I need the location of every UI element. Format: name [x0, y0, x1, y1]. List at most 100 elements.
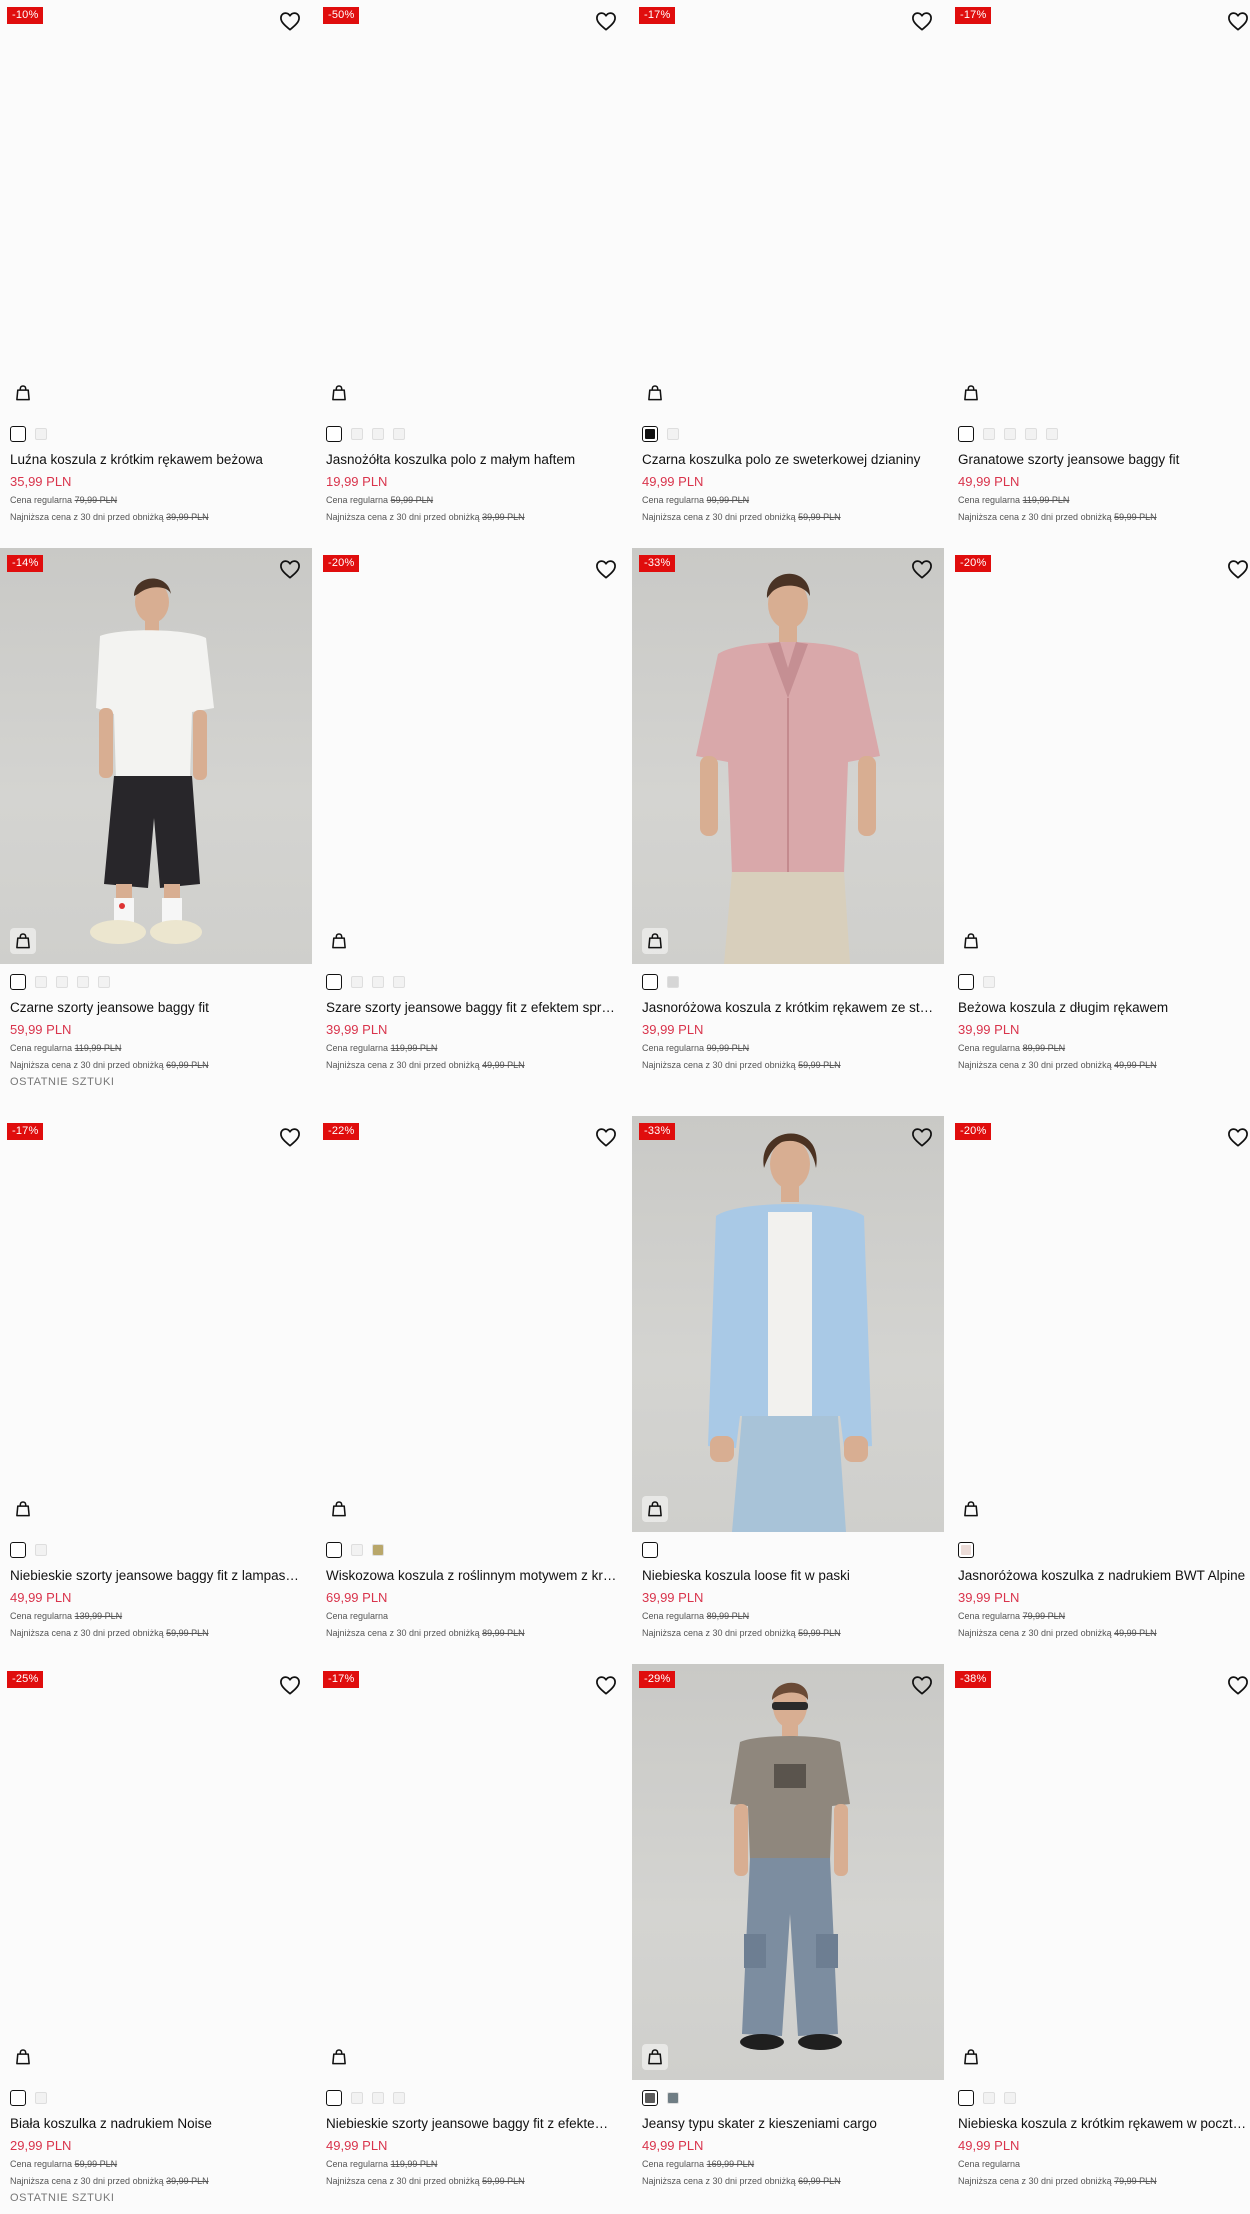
color-swatch[interactable] [372, 976, 384, 988]
product-image[interactable]: -17% [316, 1664, 628, 2080]
heart-icon[interactable] [1227, 1127, 1249, 1147]
product-card[interactable]: -25% Biała koszulka z nadrukiem Noise 29… [0, 1664, 312, 2204]
color-swatch[interactable] [35, 428, 47, 440]
product-card[interactable]: -29% Jeansy typu skater z kieszeniami ca… [632, 1664, 944, 2187]
shopping-bag-icon[interactable] [326, 380, 352, 406]
color-swatch-selected[interactable] [958, 1542, 974, 1558]
product-title[interactable]: Szare szorty jeansowe baggy fit z efekte… [326, 1000, 618, 1016]
product-image[interactable]: -38% [948, 1664, 1250, 2080]
shopping-bag-icon[interactable] [326, 2044, 352, 2070]
color-swatch[interactable] [983, 976, 995, 988]
color-swatch-selected[interactable] [326, 974, 342, 990]
shopping-bag-icon[interactable] [642, 2044, 668, 2070]
color-swatch-selected[interactable] [958, 974, 974, 990]
color-swatch-selected[interactable] [642, 426, 658, 442]
product-image[interactable]: -25% [0, 1664, 312, 2080]
color-swatch[interactable] [667, 428, 679, 440]
color-swatch[interactable] [35, 1544, 47, 1556]
color-swatch-selected[interactable] [642, 2090, 658, 2106]
product-title[interactable]: Granatowe szorty jeansowe baggy fit [958, 452, 1250, 468]
heart-icon[interactable] [595, 1127, 617, 1147]
product-card[interactable]: -20% Szare szorty jeansowe baggy fit z e… [316, 548, 628, 1071]
color-swatch-selected[interactable] [958, 426, 974, 442]
heart-icon[interactable] [911, 11, 933, 31]
color-swatch[interactable] [1025, 428, 1037, 440]
color-swatch-selected[interactable] [10, 1542, 26, 1558]
product-card[interactable]: -17% Granatowe szorty jeansowe baggy fit… [948, 0, 1250, 523]
heart-icon[interactable] [595, 11, 617, 31]
product-title[interactable]: Wiskozowa koszula z roślinnym motywem z … [326, 1568, 618, 1584]
color-swatch-selected[interactable] [326, 2090, 342, 2106]
shopping-bag-icon[interactable] [958, 928, 984, 954]
product-card[interactable]: -38% Niebieska koszula z krótkim rękawem… [948, 1664, 1250, 2187]
heart-icon[interactable] [911, 559, 933, 579]
shopping-bag-icon[interactable] [958, 2044, 984, 2070]
heart-icon[interactable] [1227, 559, 1249, 579]
heart-icon[interactable] [1227, 11, 1249, 31]
product-title[interactable]: Luźna koszula z krótkim rękawem beżowa [10, 452, 302, 468]
shopping-bag-icon[interactable] [642, 928, 668, 954]
color-swatch[interactable] [1046, 428, 1058, 440]
color-swatch[interactable] [98, 976, 110, 988]
color-swatch-selected[interactable] [326, 426, 342, 442]
color-swatch[interactable] [351, 1544, 363, 1556]
product-title[interactable]: Biała koszulka z nadrukiem Noise [10, 2116, 302, 2132]
color-swatch-selected[interactable] [326, 1542, 342, 1558]
color-swatch[interactable] [35, 976, 47, 988]
heart-icon[interactable] [595, 1675, 617, 1695]
product-title[interactable]: Niebieskie szorty jeansowe baggy fit z l… [10, 1568, 302, 1584]
shopping-bag-icon[interactable] [326, 1496, 352, 1522]
product-image[interactable]: -17% [0, 1116, 312, 1532]
color-swatch-selected[interactable] [642, 1542, 658, 1558]
shopping-bag-icon[interactable] [10, 928, 36, 954]
shopping-bag-icon[interactable] [10, 380, 36, 406]
heart-icon[interactable] [911, 1127, 933, 1147]
product-card[interactable]: -33% Jasnoróżowa koszula z krótkim rękaw… [632, 548, 944, 1071]
color-swatch-selected[interactable] [10, 2090, 26, 2106]
product-card[interactable]: -50% Jasnożółta koszulka polo z małym ha… [316, 0, 628, 523]
color-swatch[interactable] [351, 2092, 363, 2104]
product-title[interactable]: Niebieskie szorty jeansowe baggy fit z e… [326, 2116, 618, 2132]
product-image[interactable]: -14% [0, 548, 312, 964]
product-image[interactable]: -17% [948, 0, 1250, 416]
product-image[interactable]: -20% [948, 1116, 1250, 1532]
product-card[interactable]: -17% Czarna koszulka polo ze sweterkowej… [632, 0, 944, 523]
color-swatch[interactable] [372, 2092, 384, 2104]
product-title[interactable]: Jasnoróżowa koszulka z nadrukiem BWT Alp… [958, 1568, 1250, 1584]
product-title[interactable]: Jeansy typu skater z kieszeniami cargo [642, 2116, 934, 2132]
product-card[interactable]: -20% Jasnoróżowa koszulka z nadrukiem BW… [948, 1116, 1250, 1639]
product-title[interactable]: Niebieska koszula loose fit w paski [642, 1568, 934, 1584]
product-card[interactable]: -22% Wiskozowa koszula z roślinnym motyw… [316, 1116, 628, 1639]
product-card[interactable]: -20% Beżowa koszula z długim rękawem 39,… [948, 548, 1250, 1071]
color-swatch[interactable] [372, 428, 384, 440]
product-title[interactable]: Czarna koszulka polo ze sweterkowej dzia… [642, 452, 934, 468]
color-swatch[interactable] [983, 428, 995, 440]
product-image[interactable]: -33% [632, 548, 944, 964]
product-title[interactable]: Jasnoróżowa koszula z krótkim rękawem ze… [642, 1000, 934, 1016]
product-title[interactable]: Czarne szorty jeansowe baggy fit [10, 1000, 302, 1016]
color-swatch[interactable] [1004, 2092, 1016, 2104]
product-image[interactable]: -22% [316, 1116, 628, 1532]
color-swatch[interactable] [351, 428, 363, 440]
shopping-bag-icon[interactable] [642, 380, 668, 406]
product-image[interactable]: -10% [0, 0, 312, 416]
shopping-bag-icon[interactable] [326, 928, 352, 954]
color-swatch[interactable] [393, 2092, 405, 2104]
color-swatch[interactable] [35, 2092, 47, 2104]
shopping-bag-icon[interactable] [958, 380, 984, 406]
heart-icon[interactable] [279, 559, 301, 579]
product-title[interactable]: Jasnożółta koszulka polo z małym haftem [326, 452, 618, 468]
color-swatch[interactable] [372, 1544, 384, 1556]
shopping-bag-icon[interactable] [10, 1496, 36, 1522]
color-swatch-selected[interactable] [10, 974, 26, 990]
product-image[interactable]: -17% [632, 0, 944, 416]
color-swatch[interactable] [393, 976, 405, 988]
heart-icon[interactable] [279, 1127, 301, 1147]
color-swatch[interactable] [1004, 428, 1016, 440]
shopping-bag-icon[interactable] [10, 2044, 36, 2070]
color-swatch[interactable] [351, 976, 363, 988]
heart-icon[interactable] [279, 1675, 301, 1695]
product-image[interactable]: -20% [316, 548, 628, 964]
product-image[interactable]: -20% [948, 548, 1250, 964]
color-swatch-selected[interactable] [642, 974, 658, 990]
